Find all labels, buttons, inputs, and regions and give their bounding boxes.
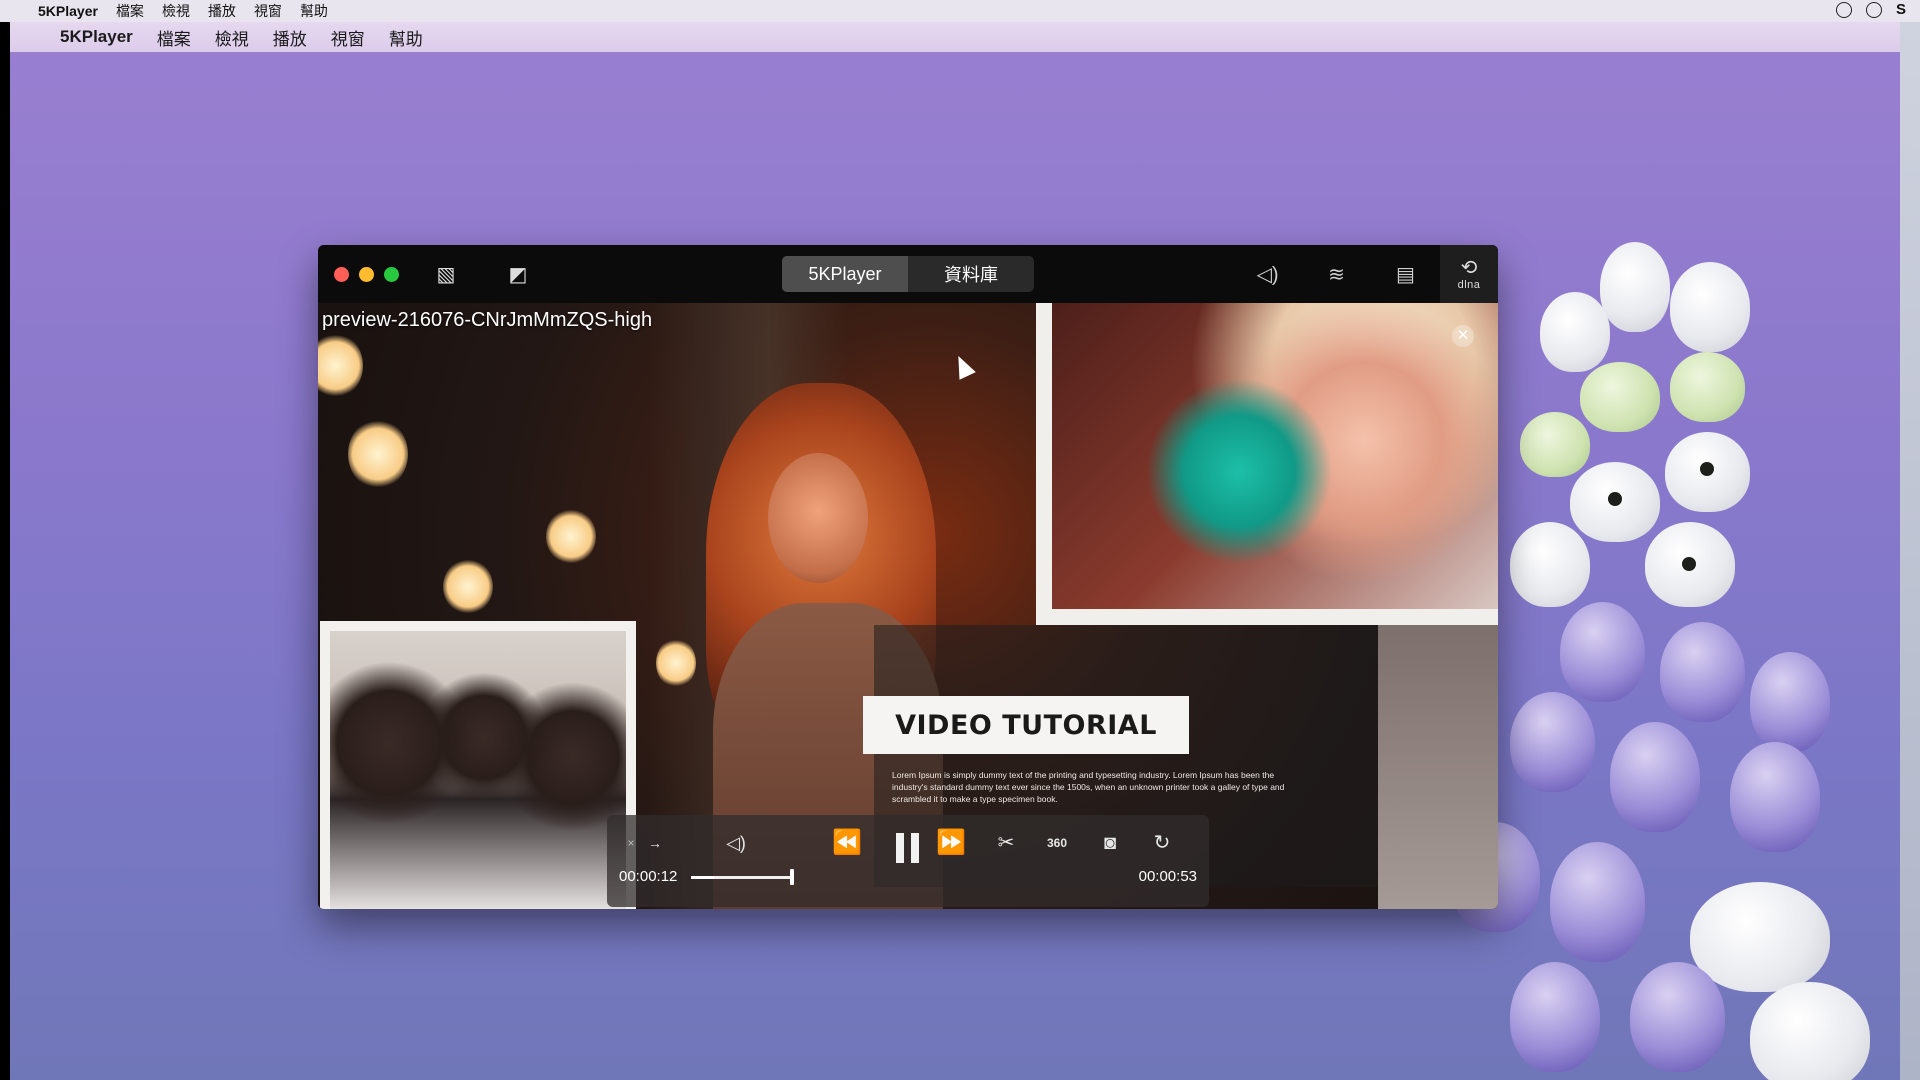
video-area[interactable]: ✕ VIDEO TUTORIAL Lorem Ipsum is simply d… — [318, 303, 1498, 909]
controls-row: × → ◁) ⏪ ⏩ ✂ 360 ◙ ↻ — [607, 825, 1209, 863]
video-photo-right — [1036, 303, 1498, 625]
dlna-icon: ⟲ — [1460, 257, 1478, 279]
video-photo-woman-glasses — [1052, 303, 1498, 609]
s-status-icon[interactable]: S — [1896, 2, 1912, 18]
menu-window[interactable]: 視窗 — [331, 25, 365, 50]
close-window-button[interactable] — [334, 266, 349, 282]
titlebar-right-tools: ◁) ≋ ▤ ⟲ dlna — [1233, 245, 1498, 303]
progress-track[interactable] — [691, 876, 791, 879]
system-menu-app-name[interactable]: 5KPlayer — [38, 3, 98, 19]
playlist-icon[interactable]: ▤ — [1371, 262, 1440, 287]
pause-icon[interactable] — [896, 833, 922, 863]
volume-icon[interactable]: ◁) — [719, 825, 753, 861]
tab-library[interactable]: 資料庫 — [908, 256, 1034, 292]
status-icons: S — [1836, 2, 1912, 18]
system-menu-play[interactable]: 播放 — [208, 1, 236, 21]
system-menu-help[interactable]: 幫助 — [300, 1, 328, 21]
rotate-icon[interactable]: ↻ — [1145, 825, 1179, 861]
photo-icon[interactable]: ▧ — [433, 262, 459, 287]
player-window: ▧ ◩ 5KPlayer 資料庫 ◁) ≋ ▤ ⟲ dlna ✕ VIDEO T… — [318, 245, 1498, 909]
playback-controls: × → ◁) ⏪ ⏩ ✂ 360 ◙ ↻ 00:00:12 00:00:53 — [607, 815, 1209, 907]
speaker-icon[interactable]: ◁) — [1233, 262, 1302, 287]
layers-icon[interactable]: ≋ — [1302, 262, 1371, 287]
chat-status-icon[interactable] — [1866, 2, 1882, 18]
photo-rotate-icon[interactable]: ◩ — [505, 262, 531, 287]
fast-forward-icon[interactable]: ⏩ — [933, 825, 969, 861]
current-time: 00:00:12 — [619, 868, 678, 885]
bokeh-light — [348, 419, 408, 489]
progress-fill — [691, 876, 714, 879]
bokeh-light — [443, 559, 493, 614]
bokeh-light — [656, 638, 696, 688]
speed-up-button[interactable]: → — [645, 825, 665, 861]
system-menu-view[interactable]: 檢視 — [162, 1, 190, 21]
minimize-window-button[interactable] — [359, 266, 374, 282]
snapshot-icon[interactable]: ◙ — [1093, 825, 1127, 861]
tab-5kplayer[interactable]: 5KPlayer — [782, 256, 908, 292]
desktop-right-edge — [1900, 22, 1920, 1080]
play-status-icon[interactable] — [1836, 2, 1852, 18]
video-photo-left — [320, 621, 636, 909]
video-photo-three-girls — [330, 631, 626, 909]
360-icon[interactable]: 360 — [1037, 825, 1077, 861]
bokeh-light — [546, 509, 596, 564]
system-menu-window[interactable]: 視窗 — [254, 1, 282, 21]
video-filename: preview-216076-CNrJmMmZQS-high — [322, 309, 653, 331]
bokeh-light — [318, 333, 363, 398]
flower-wallpaper — [1450, 222, 1880, 1080]
menu-app-name[interactable]: 5KPlayer — [60, 27, 133, 47]
video-subject-face — [768, 453, 868, 583]
system-menubar: 5KPlayer 檔案 檢視 播放 視窗 幫助 S — [0, 0, 1920, 22]
inner-menubar: 5KPlayer 檔案 檢視 播放 視窗 幫助 — [10, 22, 1900, 52]
menu-play[interactable]: 播放 — [273, 25, 307, 50]
progress-thumb[interactable] — [790, 869, 794, 885]
system-menu-file[interactable]: 檔案 — [116, 1, 144, 21]
menu-view[interactable]: 檢視 — [215, 25, 249, 50]
dlna-button[interactable]: ⟲ dlna — [1440, 245, 1498, 303]
video-title-box: VIDEO TUTORIAL — [863, 696, 1189, 754]
player-titlebar: ▧ ◩ 5KPlayer 資料庫 ◁) ≋ ▤ ⟲ dlna — [318, 245, 1498, 303]
dlna-label: dlna — [1457, 279, 1481, 291]
total-time: 00:00:53 — [1138, 868, 1197, 885]
video-photo-strip — [1378, 625, 1498, 909]
cut-icon[interactable]: ✂ — [989, 825, 1023, 861]
rewind-icon[interactable]: ⏪ — [829, 825, 865, 861]
video-lorem-text: Lorem Ipsum is simply dummy text of the … — [892, 770, 1285, 804]
menu-help[interactable]: 幫助 — [389, 25, 423, 50]
window-controls — [334, 266, 399, 282]
speed-down-button[interactable]: × — [621, 825, 641, 861]
zoom-window-button[interactable] — [384, 266, 399, 282]
menu-file[interactable]: 檔案 — [157, 25, 191, 50]
player-tabs: 5KPlayer 資料庫 — [782, 256, 1034, 292]
close-overlay-icon[interactable]: ✕ — [1452, 325, 1474, 347]
